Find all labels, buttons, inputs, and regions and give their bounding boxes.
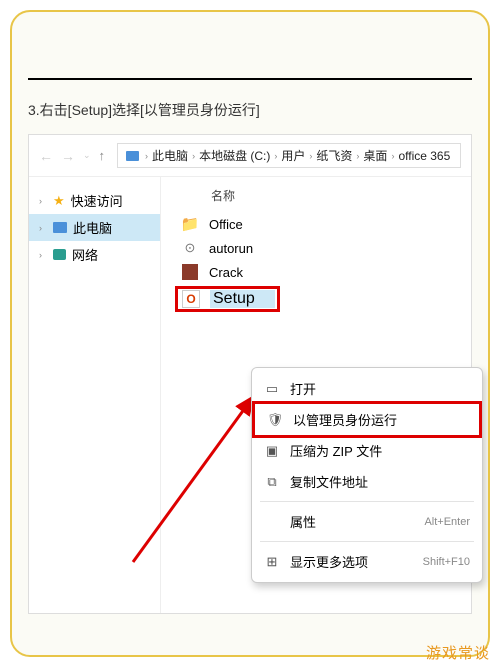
file-label: Crack xyxy=(209,265,243,280)
sidebar-item-this-pc[interactable]: › 此电脑 xyxy=(29,214,160,241)
column-header-name[interactable]: 名称 xyxy=(175,185,457,212)
watermark: 游戏常谈 xyxy=(426,642,490,663)
tutorial-card: 3.右击[Setup]选择[以管理员身份运行] ← → ⌄ ↑ › 此电脑 › … xyxy=(10,10,490,657)
sidebar-item-quick-access[interactable]: › ★ 快速访问 xyxy=(29,187,160,214)
crumb[interactable]: 纸飞资 xyxy=(316,147,352,164)
menu-label: 属性 xyxy=(290,512,414,531)
chevron-right-icon: › xyxy=(192,151,195,161)
zip-icon: ▣ xyxy=(264,443,280,459)
chevron-right-icon: › xyxy=(39,223,47,233)
file-label: autorun xyxy=(209,241,253,256)
file-row-autorun[interactable]: ⊙ autorun xyxy=(175,236,457,260)
nav-buttons: ← → ⌄ ↑ xyxy=(39,148,105,164)
menu-item-run-as-admin[interactable]: 🛡 以管理员身份运行 xyxy=(252,401,482,438)
instruction-text: 3.右击[Setup]选择[以管理员身份运行] xyxy=(28,100,472,120)
back-button[interactable]: ← xyxy=(39,148,53,164)
recent-dropdown[interactable]: ⌄ xyxy=(83,150,91,161)
file-list-area: 名称 📁 Office ⊙ autorun Crack O Setup xyxy=(161,177,471,613)
menu-separator xyxy=(260,541,474,542)
menu-label: 以管理员身份运行 xyxy=(293,410,467,429)
open-icon: ▭ xyxy=(264,381,280,397)
chevron-right-icon: › xyxy=(391,151,394,161)
sidebar-label: 此电脑 xyxy=(73,218,112,237)
context-menu: ▭ 打开 🛡 以管理员身份运行 ▣ 压缩为 ZIP 文件 ⧉ 复制文件地址 xyxy=(251,367,483,583)
more-icon: ⊞ xyxy=(264,554,280,570)
explorer-sidebar: › ★ 快速访问 › 此电脑 › 网络 xyxy=(29,177,161,613)
file-explorer-window: ← → ⌄ ↑ › 此电脑 › 本地磁盘 (C:) › 用户 › 纸飞资 › 桌… xyxy=(28,134,472,614)
crumb[interactable]: 用户 xyxy=(281,147,305,164)
crumb[interactable]: 本地磁盘 (C:) xyxy=(199,147,270,164)
copy-icon: ⧉ xyxy=(264,474,280,490)
sidebar-label: 网络 xyxy=(72,245,98,264)
explorer-toolbar: ← → ⌄ ↑ › 此电脑 › 本地磁盘 (C:) › 用户 › 纸飞资 › 桌… xyxy=(29,135,471,177)
menu-label: 复制文件地址 xyxy=(290,472,470,491)
chevron-right-icon: › xyxy=(356,151,359,161)
pc-icon xyxy=(126,151,139,161)
office-setup-icon: O xyxy=(180,290,202,308)
file-row-crack[interactable]: Crack xyxy=(175,260,457,284)
menu-item-properties[interactable]: 属性 Alt+Enter xyxy=(252,506,482,537)
crumb[interactable]: office 365 xyxy=(398,149,450,163)
file-label: Setup xyxy=(210,290,275,308)
sidebar-item-network[interactable]: › 网络 xyxy=(29,241,160,268)
menu-item-compress-zip[interactable]: ▣ 压缩为 ZIP 文件 xyxy=(252,435,482,466)
explorer-body: › ★ 快速访问 › 此电脑 › 网络 名称 📁 xyxy=(29,177,471,613)
file-row-office[interactable]: 📁 Office xyxy=(175,212,457,236)
menu-label: 压缩为 ZIP 文件 xyxy=(290,441,470,460)
menu-separator xyxy=(260,501,474,502)
file-label: Office xyxy=(209,217,243,232)
pc-icon xyxy=(53,222,67,233)
folder-icon: 📁 xyxy=(179,215,201,233)
chevron-right-icon: › xyxy=(145,151,148,161)
menu-label: 打开 xyxy=(290,379,470,398)
divider xyxy=(28,78,472,80)
breadcrumb[interactable]: › 此电脑 › 本地磁盘 (C:) › 用户 › 纸飞资 › 桌面 › offi… xyxy=(117,143,461,168)
chevron-right-icon: › xyxy=(39,250,47,260)
menu-item-show-more[interactable]: ⊞ 显示更多选项 Shift+F10 xyxy=(252,546,482,577)
chevron-right-icon: › xyxy=(274,151,277,161)
menu-item-copy-path[interactable]: ⧉ 复制文件地址 xyxy=(252,466,482,497)
file-row-setup[interactable]: O Setup xyxy=(175,286,280,312)
crumb[interactable]: 桌面 xyxy=(363,147,387,164)
menu-shortcut: Shift+F10 xyxy=(423,556,470,568)
chevron-right-icon: › xyxy=(39,196,47,206)
star-icon: ★ xyxy=(53,193,65,209)
menu-item-open[interactable]: ▭ 打开 xyxy=(252,373,482,404)
up-button[interactable]: ↑ xyxy=(99,148,106,163)
sidebar-label: 快速访问 xyxy=(71,191,123,210)
crumb[interactable]: 此电脑 xyxy=(152,147,188,164)
blank-icon xyxy=(264,514,280,530)
app-icon xyxy=(179,263,201,281)
shield-icon: 🛡 xyxy=(267,412,283,428)
menu-label: 显示更多选项 xyxy=(290,552,413,571)
autorun-icon: ⊙ xyxy=(179,239,201,257)
chevron-right-icon: › xyxy=(309,151,312,161)
network-icon xyxy=(53,249,66,260)
menu-shortcut: Alt+Enter xyxy=(424,516,470,528)
forward-button[interactable]: → xyxy=(61,148,75,164)
